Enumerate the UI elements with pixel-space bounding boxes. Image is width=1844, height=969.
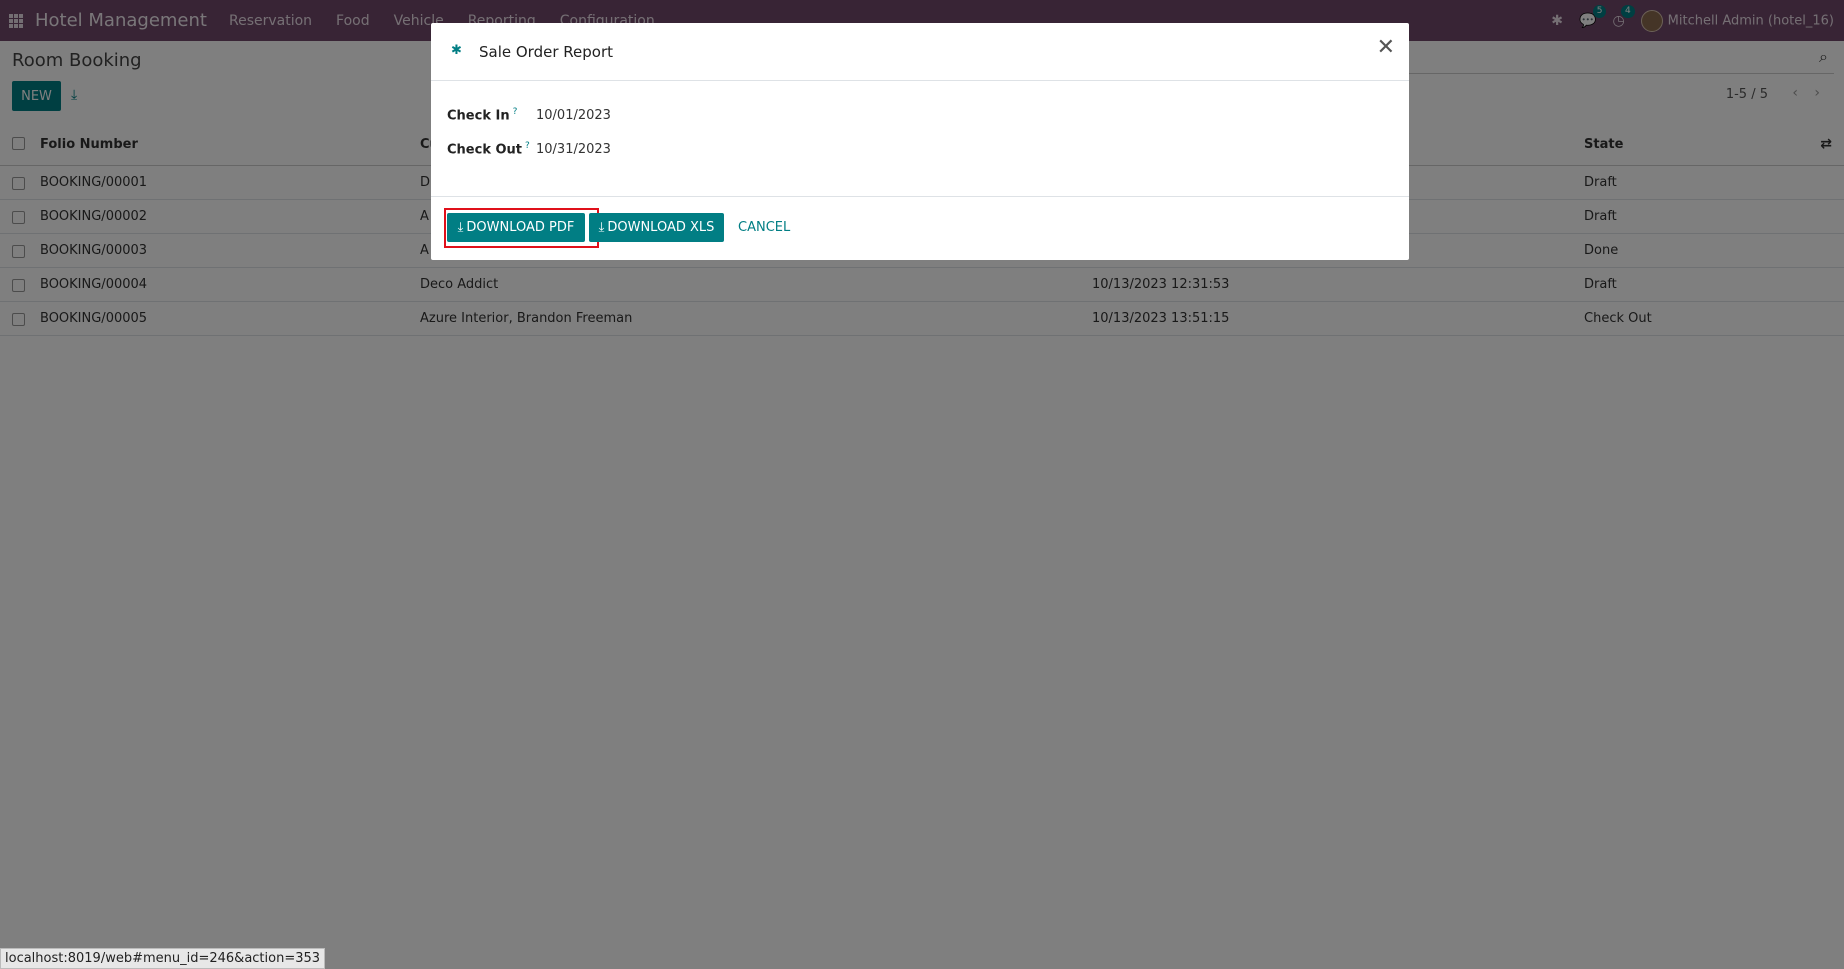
help-tooltip-icon[interactable]: ? — [513, 107, 518, 117]
bug-icon: ✱ — [451, 43, 462, 58]
dialog-title: Sale Order Report — [479, 43, 613, 61]
download-icon: ⤓ — [598, 220, 605, 235]
download-icon: ⤓ — [457, 220, 464, 235]
dialog-footer: ⤓ DOWNLOAD PDF ⤓ DOWNLOAD XLS CANCEL — [431, 196, 1409, 260]
check-in-field[interactable]: 10/01/2023 — [536, 108, 611, 123]
check-out-label: Check Out? — [447, 141, 530, 157]
help-tooltip-icon[interactable]: ? — [525, 141, 530, 151]
cancel-button[interactable]: CANCEL — [738, 220, 790, 235]
download-pdf-label: DOWNLOAD PDF — [466, 220, 575, 235]
dialog-header: ✱ Sale Order Report ✕ — [431, 23, 1409, 81]
download-xls-button[interactable]: ⤓ DOWNLOAD XLS — [589, 213, 724, 242]
download-pdf-button[interactable]: ⤓ DOWNLOAD PDF — [447, 213, 585, 242]
check-in-label-text: Check In — [447, 108, 510, 124]
check-in-label: Check In? — [447, 107, 517, 123]
sale-order-report-dialog: ✱ Sale Order Report ✕ Check In? 10/01/20… — [431, 23, 1409, 260]
check-out-field[interactable]: 10/31/2023 — [536, 142, 611, 157]
download-xls-label: DOWNLOAD XLS — [607, 220, 715, 235]
close-icon[interactable]: ✕ — [1377, 37, 1395, 59]
check-out-label-text: Check Out — [447, 142, 523, 158]
status-bar-url: localhost:8019/web#menu_id=246&action=35… — [0, 948, 326, 969]
